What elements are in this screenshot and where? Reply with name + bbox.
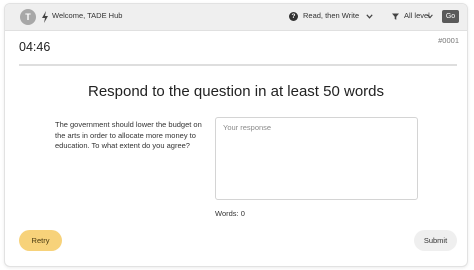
word-count: Words: 0	[215, 209, 245, 218]
go-button[interactable]: Go	[442, 10, 459, 23]
bolt-icon	[42, 11, 48, 23]
response-input[interactable]	[215, 117, 418, 200]
chevron-down-icon[interactable]	[366, 14, 373, 19]
question-prompt: The government should lower the budget o…	[55, 120, 202, 150]
welcome-text: Welcome, TADE Hub	[52, 11, 123, 20]
question-id: #0001	[438, 36, 459, 45]
app-window: T Welcome, TADE Hub ? Read, then Write A…	[4, 3, 468, 267]
avatar[interactable]: T	[20, 9, 36, 25]
help-icon[interactable]: ?	[289, 12, 298, 21]
level-select[interactable]: All level	[404, 11, 430, 20]
page-title: Respond to the question in at least 50 w…	[87, 83, 385, 100]
submit-button[interactable]: Submit	[414, 230, 457, 251]
chevron-down-icon[interactable]	[427, 14, 433, 19]
divider	[19, 64, 457, 66]
timer: 04:46	[19, 40, 51, 54]
top-bar: T Welcome, TADE Hub ? Read, then Write A…	[5, 4, 467, 31]
retry-button[interactable]: Retry	[19, 230, 62, 251]
filter-icon	[392, 13, 399, 20]
mode-select[interactable]: Read, then Write	[303, 11, 359, 20]
